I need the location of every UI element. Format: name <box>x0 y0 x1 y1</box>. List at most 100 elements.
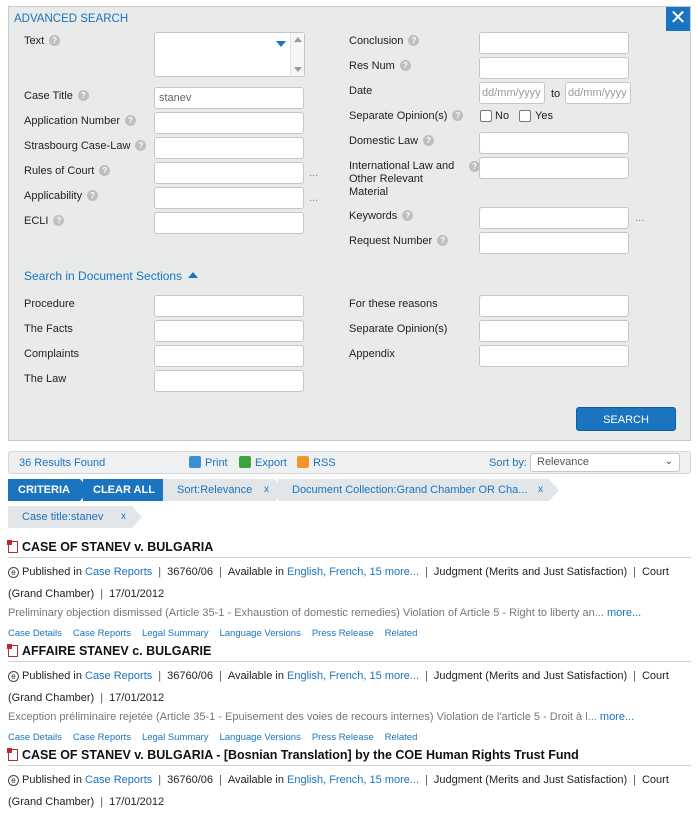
domestic-law-input[interactable] <box>479 132 629 154</box>
clear-all-button[interactable]: CLEAR ALL <box>83 479 175 501</box>
scrollbar[interactable] <box>290 33 304 76</box>
separate-opinion-yes-label: Yes <box>535 110 553 122</box>
e-published-icon: e <box>8 671 19 682</box>
legal-summary-link[interactable]: Legal Summary <box>142 628 209 639</box>
res-num-input[interactable] <box>479 57 629 79</box>
date-to-input[interactable] <box>565 82 631 104</box>
ecli-label: ECLI? <box>24 215 65 227</box>
domestic-law-label: Domestic Law? <box>349 135 435 147</box>
help-icon[interactable]: ? <box>408 35 420 46</box>
languages-link[interactable]: English, French, 15 more... <box>287 774 419 786</box>
languages-link[interactable]: English, French, 15 more... <box>287 670 419 682</box>
applicability-label: Applicability? <box>24 190 99 202</box>
case-reports-tab-link[interactable]: Case Reports <box>73 732 131 743</box>
export-icon <box>239 456 251 468</box>
complaints-input[interactable] <box>154 345 304 367</box>
help-icon[interactable]: ? <box>437 235 449 246</box>
help-icon[interactable]: ? <box>402 210 414 221</box>
rules-of-court-more[interactable]: ... <box>309 167 318 179</box>
related-link[interactable]: Related <box>385 628 418 639</box>
result-title[interactable]: AFFAIRE STANEV c. BULGARIE <box>7 644 211 658</box>
keywords-input[interactable] <box>479 207 629 229</box>
chevron-down-icon: ⌄ <box>664 456 673 467</box>
international-law-input[interactable] <box>479 157 629 179</box>
help-icon[interactable]: ? <box>77 90 89 101</box>
the-law-input[interactable] <box>154 370 304 392</box>
keywords-more[interactable]: ... <box>635 212 644 224</box>
language-versions-link[interactable]: Language Versions <box>219 628 300 639</box>
text-input[interactable] <box>154 32 305 77</box>
applicability-input[interactable] <box>154 187 304 209</box>
more-link[interactable]: more... <box>600 711 634 723</box>
request-number-input[interactable] <box>479 232 629 254</box>
help-icon[interactable]: ? <box>87 190 99 201</box>
separate-opinion-yes-checkbox[interactable] <box>519 110 531 122</box>
date-label: Date <box>349 85 373 97</box>
print-icon <box>189 456 201 468</box>
ecli-input[interactable] <box>154 212 304 234</box>
application-number-label: Application Number? <box>24 115 136 127</box>
appendix-label: Appendix <box>349 348 395 360</box>
help-icon[interactable]: ? <box>399 60 411 71</box>
e-published-icon: e <box>8 567 19 578</box>
press-release-link[interactable]: Press Release <box>312 628 374 639</box>
case-reports-link[interactable]: Case Reports <box>85 566 152 578</box>
help-icon[interactable]: ? <box>99 165 111 176</box>
results-toolbar: 36 Results Found Print Export RSS Sort b… <box>8 451 691 474</box>
res-num-label: Res Num? <box>349 60 411 72</box>
result-title[interactable]: CASE OF STANEV v. BULGARIA <box>7 540 213 554</box>
export-button[interactable]: Export <box>239 456 287 469</box>
dropdown-arrow-icon[interactable] <box>276 41 286 47</box>
remove-chip-icon[interactable]: x <box>264 479 269 501</box>
criteria-button[interactable]: CRITERIA <box>8 479 90 501</box>
languages-link[interactable]: English, French, 15 more... <box>287 566 419 578</box>
press-release-link[interactable]: Press Release <box>312 732 374 743</box>
case-details-link[interactable]: Case Details <box>8 628 62 639</box>
result-snippet: Preliminary objection dismissed (Article… <box>8 607 642 619</box>
remove-chip-icon[interactable]: x <box>121 506 126 528</box>
help-icon[interactable]: ? <box>53 215 65 226</box>
document-icon <box>7 540 18 553</box>
search-button[interactable]: SEARCH <box>576 407 676 431</box>
help-icon[interactable]: ? <box>423 135 435 146</box>
rules-of-court-label: Rules of Court? <box>24 165 111 177</box>
document-sections-toggle[interactable]: Search in Document Sections <box>24 269 199 283</box>
case-details-link[interactable]: Case Details <box>8 732 62 743</box>
remove-chip-icon[interactable]: x <box>538 479 543 501</box>
print-button[interactable]: Print <box>189 456 228 469</box>
for-these-reasons-input[interactable] <box>479 295 629 317</box>
more-link[interactable]: more... <box>607 607 641 619</box>
help-icon[interactable]: ? <box>135 140 147 151</box>
section-separate-opinion-input[interactable] <box>479 320 629 342</box>
related-link[interactable]: Related <box>385 732 418 743</box>
sort-select[interactable]: Relevance ⌄ <box>530 453 680 472</box>
for-these-reasons-label: For these reasons <box>349 298 438 310</box>
conclusion-input[interactable] <box>479 32 629 54</box>
separate-opinion-no-checkbox[interactable] <box>480 110 492 122</box>
the-facts-input[interactable] <box>154 320 304 342</box>
chip-case-title: Case title:stanev x <box>8 506 142 528</box>
help-icon[interactable]: ? <box>49 35 61 46</box>
help-icon[interactable]: ? <box>452 110 464 121</box>
case-reports-link[interactable]: Case Reports <box>85 774 152 786</box>
case-title-input[interactable] <box>154 87 304 109</box>
close-button[interactable]: ✕ <box>666 7 690 31</box>
result-title[interactable]: CASE OF STANEV v. BULGARIA - [Bosnian Tr… <box>7 748 579 762</box>
help-icon[interactable]: ? <box>125 115 136 126</box>
date-from-input[interactable] <box>479 82 545 104</box>
case-reports-tab-link[interactable]: Case Reports <box>73 628 131 639</box>
rss-button[interactable]: RSS <box>297 456 336 469</box>
case-title-label: Case Title? <box>24 90 89 102</box>
strasbourg-case-law-input[interactable] <box>154 137 304 159</box>
e-published-icon: e <box>8 775 19 786</box>
procedure-input[interactable] <box>154 295 304 317</box>
appendix-input[interactable] <box>479 345 629 367</box>
legal-summary-link[interactable]: Legal Summary <box>142 732 209 743</box>
language-versions-link[interactable]: Language Versions <box>219 732 300 743</box>
separate-opinion-no-label: No <box>495 110 510 122</box>
result-meta: e Published in Case Reports | 36760/06 | Avai… <box>8 774 669 808</box>
rules-of-court-input[interactable] <box>154 162 304 184</box>
application-number-input[interactable] <box>154 112 304 134</box>
case-reports-link[interactable]: Case Reports <box>85 670 152 682</box>
applicability-more[interactable]: ... <box>309 192 318 204</box>
